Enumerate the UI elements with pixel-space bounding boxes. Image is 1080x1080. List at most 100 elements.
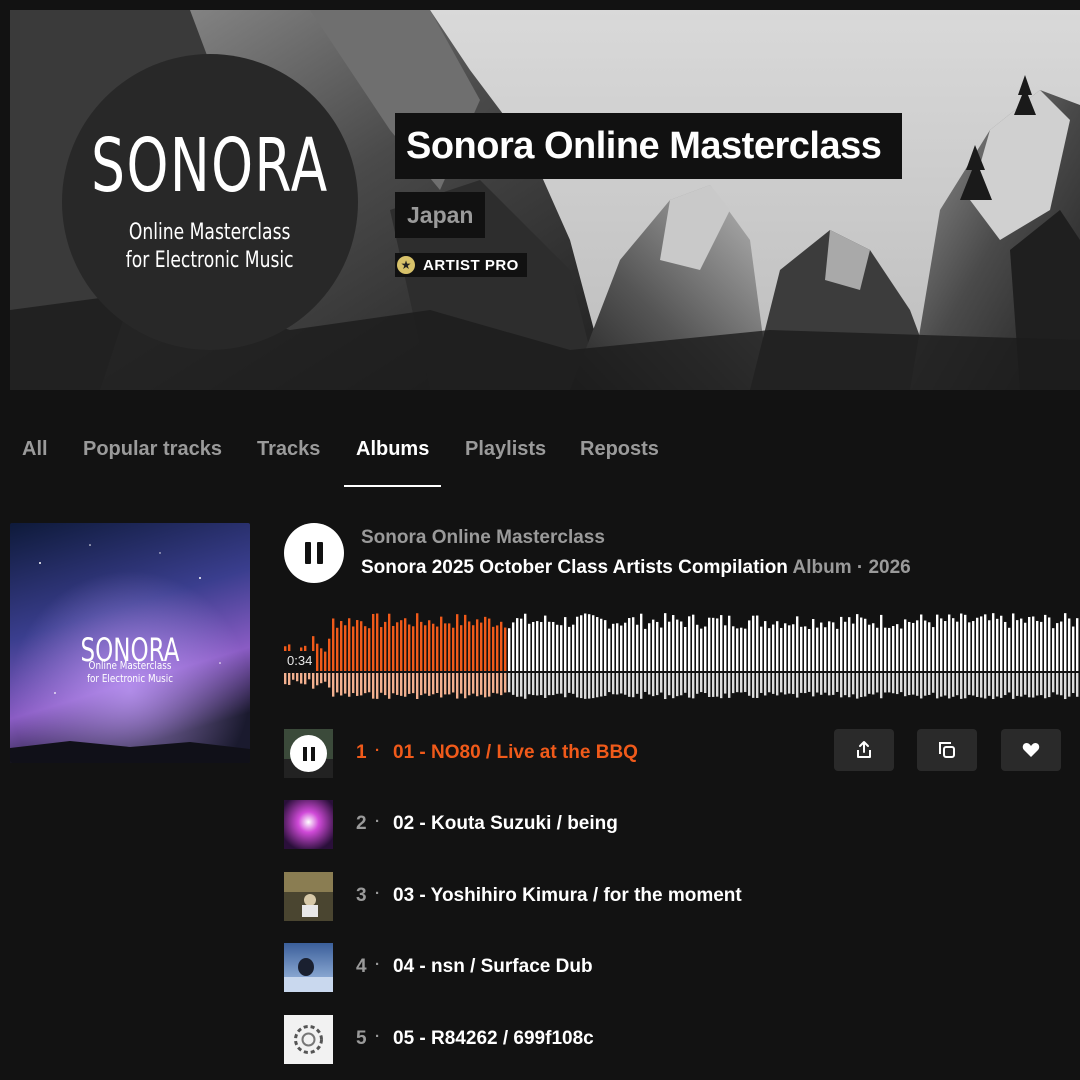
waveform-bar bbox=[528, 623, 531, 671]
tab-albums[interactable]: Albums bbox=[356, 438, 429, 461]
waveform-bar bbox=[384, 621, 387, 671]
waveform-bar bbox=[340, 621, 343, 671]
track-title[interactable]: 02 - Kouta Suzuki / being bbox=[393, 813, 618, 835]
waveform-bar-reflection bbox=[808, 673, 811, 692]
waveform-bar bbox=[832, 622, 835, 671]
waveform-seekbar[interactable] bbox=[284, 605, 1080, 705]
waveform-bar bbox=[788, 625, 791, 671]
avatar-logo-subtitle-line1: Online Masterclass bbox=[129, 220, 291, 245]
waveform-bar bbox=[668, 621, 671, 671]
track-row[interactable]: 2 · 02 - Kouta Suzuki / being bbox=[284, 800, 1080, 850]
waveform-bar-reflection bbox=[604, 673, 607, 696]
waveform-bar bbox=[712, 617, 715, 671]
waveform-bar-reflection bbox=[552, 673, 555, 696]
waveform-bar bbox=[844, 621, 847, 671]
album-artist-link[interactable]: Sonora Online Masterclass bbox=[361, 527, 605, 549]
album-title[interactable]: Sonora 2025 October Class Artists Compil… bbox=[361, 557, 788, 578]
waveform-bar-reflection bbox=[688, 673, 691, 698]
track-number: 5 bbox=[356, 1028, 367, 1049]
waveform-bar-reflection bbox=[360, 673, 363, 696]
track-row[interactable]: 5 · 05 - R84262 / 699f108c bbox=[284, 1015, 1080, 1065]
waveform-bar-reflection bbox=[296, 673, 299, 682]
waveform-bar-reflection bbox=[708, 673, 711, 697]
waveform-bar bbox=[936, 614, 939, 671]
track-row[interactable]: 4 · 04 - nsn / Surface Dub bbox=[284, 943, 1080, 993]
waveform-bar-reflection bbox=[420, 673, 423, 696]
waveform-bar bbox=[480, 622, 483, 671]
track-artwork bbox=[284, 872, 333, 921]
track-thumbnail[interactable] bbox=[284, 800, 333, 849]
waveform-bar bbox=[376, 613, 379, 671]
waveform-bar bbox=[900, 628, 903, 671]
track-title[interactable]: 04 - nsn / Surface Dub bbox=[393, 956, 593, 978]
share-button[interactable] bbox=[834, 729, 894, 771]
waveform-bar bbox=[628, 618, 631, 671]
waveform-bar-reflection bbox=[668, 673, 671, 696]
waveform-bar bbox=[1060, 621, 1063, 671]
track-title[interactable]: 05 - R84262 / 699f108c bbox=[393, 1028, 594, 1050]
tab-tracks[interactable]: Tracks bbox=[257, 438, 320, 461]
track-title[interactable]: 01 - NO80 / Live at the BBQ bbox=[393, 742, 638, 764]
waveform-bar bbox=[436, 626, 439, 671]
waveform-bar-reflection bbox=[580, 673, 583, 699]
waveform-bar bbox=[440, 616, 443, 671]
waveform-bar-reflection bbox=[724, 673, 727, 694]
track-thumbnail[interactable] bbox=[284, 872, 333, 921]
track-row[interactable]: 1 · 01 - NO80 / Live at the BBQ bbox=[284, 729, 1080, 779]
waveform-bar-reflection bbox=[300, 673, 303, 684]
track-thumbnail[interactable] bbox=[284, 729, 333, 778]
waveform-bar bbox=[736, 628, 739, 671]
waveform-bar-reflection bbox=[912, 673, 915, 695]
artist-pro-badge[interactable]: ★ ARTIST PRO bbox=[395, 253, 527, 277]
waveform-bar-reflection bbox=[560, 673, 563, 694]
waveform-bar bbox=[320, 648, 323, 671]
waveform-bar bbox=[704, 626, 707, 671]
waveform-bar bbox=[636, 624, 639, 671]
waveform-bar bbox=[828, 621, 831, 671]
waveform-bar-reflection bbox=[928, 673, 931, 695]
waveform-bar-reflection bbox=[640, 673, 643, 699]
waveform-bar-reflection bbox=[564, 673, 567, 698]
tab-popular-tracks[interactable]: Popular tracks bbox=[83, 438, 222, 461]
profile-avatar[interactable]: SONORA Online Masterclass for Electronic… bbox=[62, 54, 358, 350]
tab-all[interactable]: All bbox=[22, 438, 48, 461]
album-pause-button[interactable] bbox=[284, 523, 344, 583]
waveform-bar-reflection bbox=[1040, 673, 1043, 696]
star-icon: ★ bbox=[397, 256, 415, 274]
waveform-bar bbox=[776, 621, 779, 671]
waveform-bar-reflection bbox=[972, 673, 975, 696]
like-button[interactable] bbox=[1001, 729, 1061, 771]
waveform-bar-reflection bbox=[728, 673, 731, 698]
tab-playlists[interactable]: Playlists bbox=[465, 438, 546, 461]
waveform-bar bbox=[660, 627, 663, 671]
track-thumbnail[interactable] bbox=[284, 1015, 333, 1064]
waveform-bar bbox=[432, 623, 435, 671]
waveform-bar-reflection bbox=[492, 673, 495, 693]
waveform-bar bbox=[988, 620, 991, 671]
tab-reposts[interactable]: Reposts bbox=[580, 438, 659, 461]
waveform-bar-reflection bbox=[620, 673, 623, 694]
copy-link-button[interactable] bbox=[917, 729, 977, 771]
waveform-bar bbox=[744, 628, 747, 671]
waveform-bar-reflection bbox=[364, 673, 367, 694]
waveform-bar-reflection bbox=[1048, 673, 1051, 698]
waveform-bar bbox=[556, 624, 559, 671]
track-thumbnail[interactable] bbox=[284, 943, 333, 992]
pause-icon[interactable] bbox=[290, 735, 327, 772]
track-separator: · bbox=[375, 956, 380, 973]
track-row[interactable]: 3 · 03 - Yoshihiro Kimura / for the mome… bbox=[284, 872, 1080, 922]
waveform-bar bbox=[468, 621, 471, 671]
waveform-bar bbox=[324, 651, 327, 671]
waveform-bar-reflection bbox=[288, 673, 291, 685]
waveform-bar bbox=[448, 623, 451, 671]
track-title[interactable]: 03 - Yoshihiro Kimura / for the moment bbox=[393, 885, 742, 907]
waveform-bar-reflection bbox=[784, 673, 787, 695]
waveform-bar bbox=[696, 624, 699, 671]
avatar-logo-subtitle-line2: for Electronic Music bbox=[126, 248, 294, 273]
album-cover-art[interactable]: SONORA Online Masterclass for Electronic… bbox=[10, 523, 250, 763]
waveform-bar bbox=[700, 628, 703, 671]
waveform-bar bbox=[400, 620, 403, 671]
waveform-bar-reflection bbox=[384, 673, 387, 696]
waveform-bar-reflection bbox=[536, 673, 539, 696]
waveform-bar bbox=[1044, 614, 1047, 671]
